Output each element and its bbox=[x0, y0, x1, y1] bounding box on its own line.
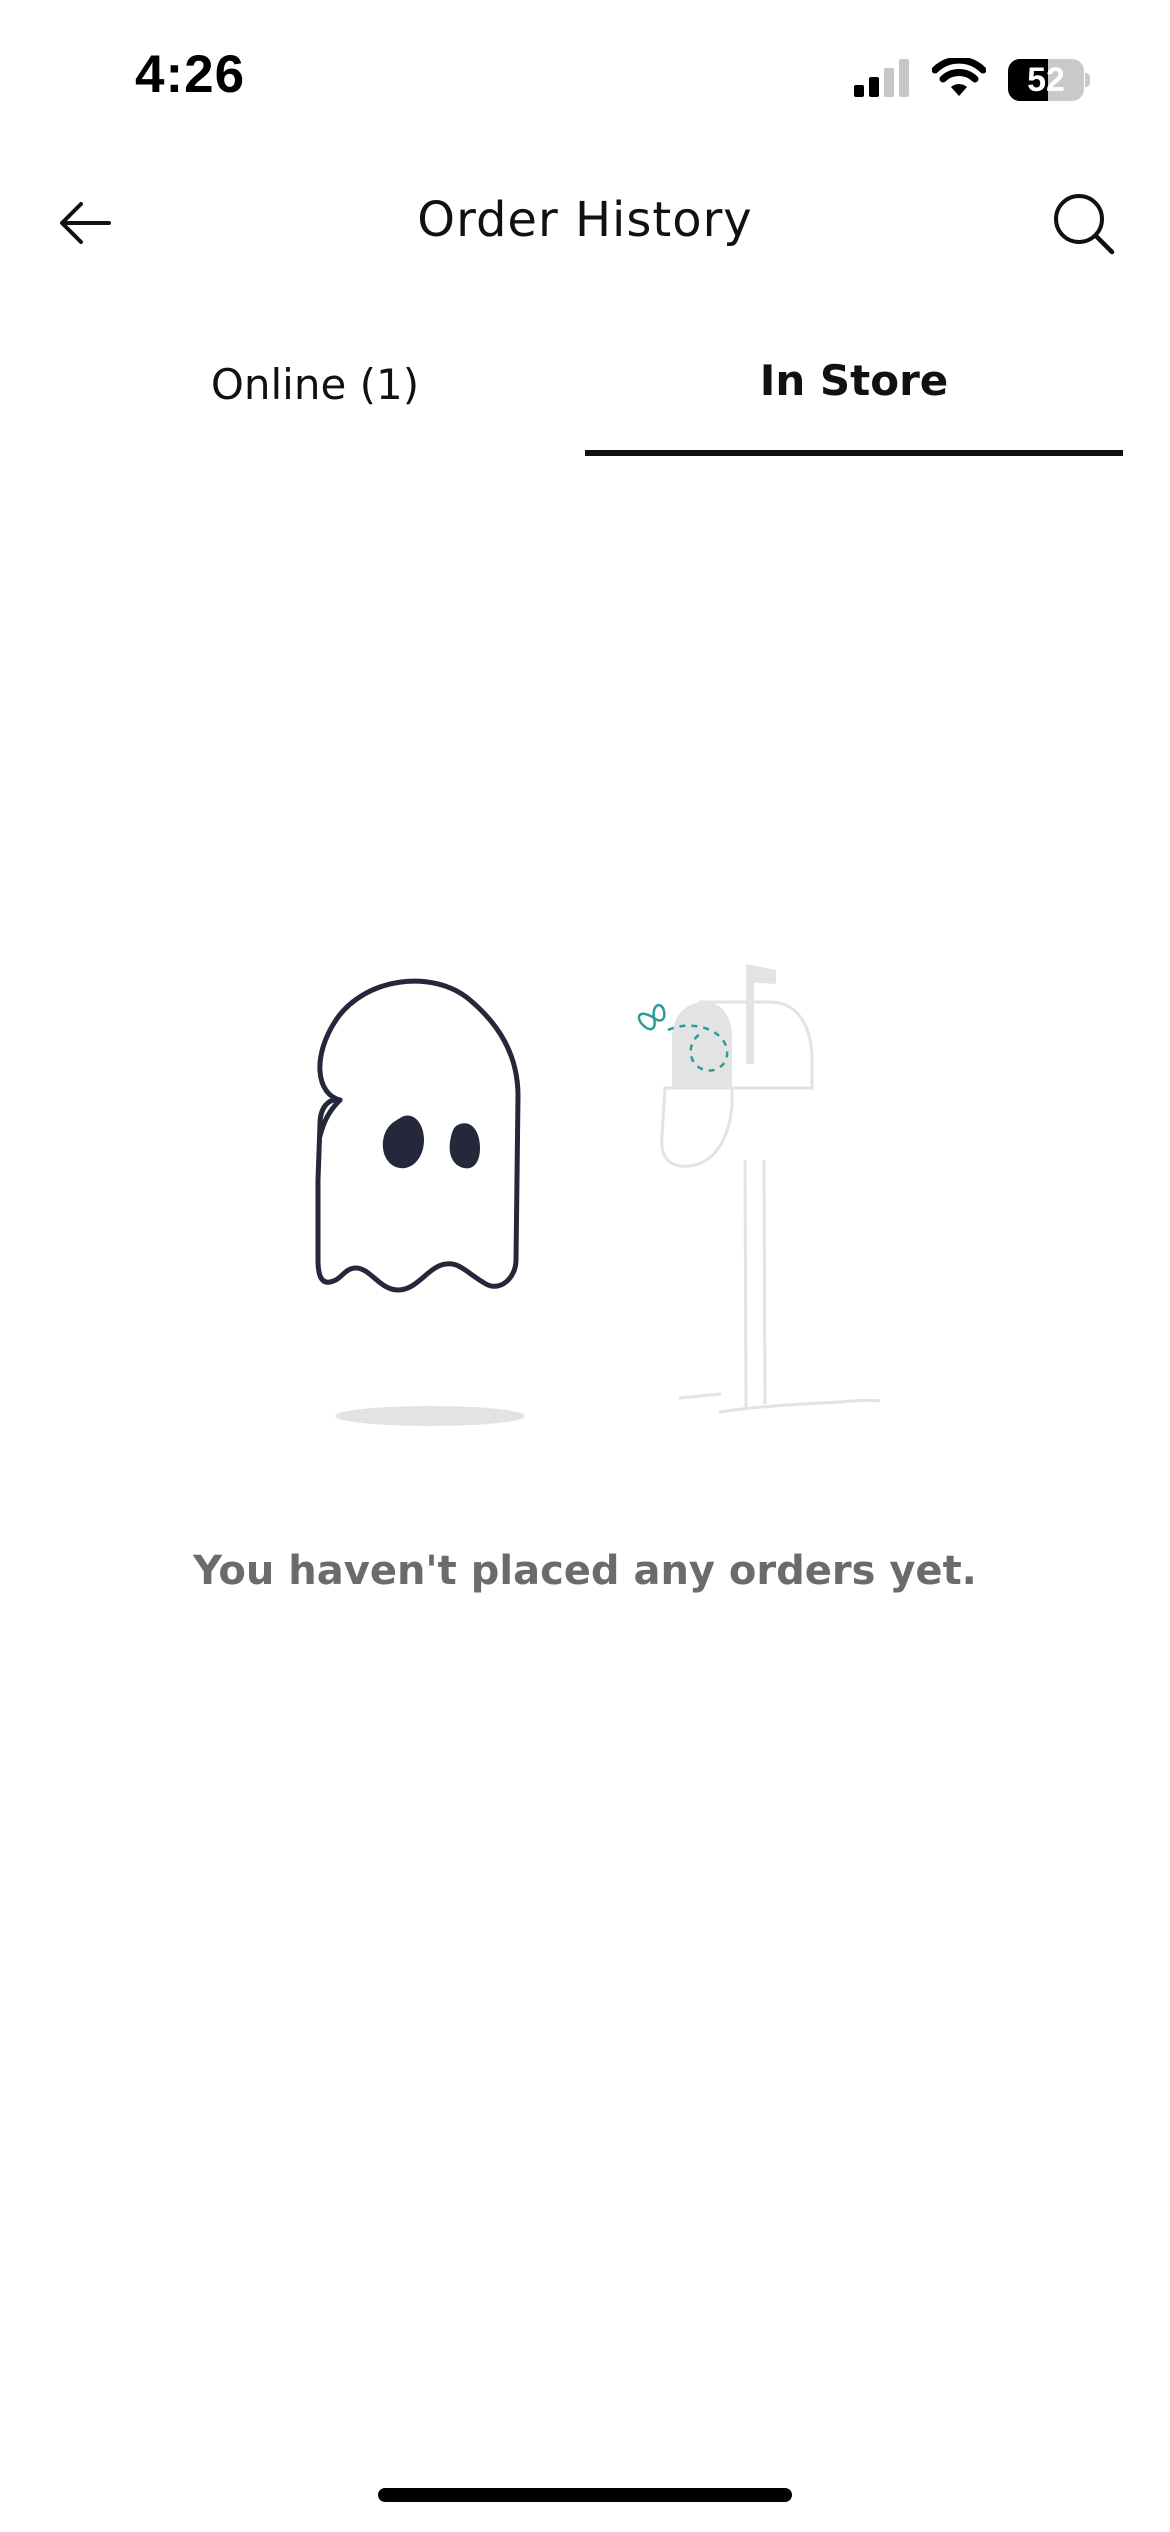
butterfly bbox=[637, 1003, 666, 1031]
order-tabs: Online (1) In Store bbox=[0, 330, 1170, 460]
ground-line bbox=[678, 1392, 882, 1414]
mailbox-opening bbox=[672, 1002, 732, 1088]
status-bar: 4:26 52 bbox=[0, 0, 1170, 150]
active-tab-indicator bbox=[585, 450, 1123, 456]
battery-cap bbox=[1085, 73, 1090, 87]
page-title: Order History bbox=[417, 192, 753, 248]
empty-orders-message: You haven't placed any orders yet. bbox=[193, 1548, 977, 1594]
battery-body: 52 bbox=[1008, 59, 1084, 101]
search-icon bbox=[1052, 192, 1116, 261]
mailbox-post bbox=[743, 1159, 748, 1409]
wifi-icon bbox=[931, 56, 987, 103]
tab-in-store[interactable]: In Store bbox=[585, 330, 1123, 460]
status-icons: 52 bbox=[854, 56, 1090, 104]
mailbox-door bbox=[660, 1086, 734, 1168]
status-time: 4:26 bbox=[135, 45, 246, 104]
battery-icon: 52 bbox=[1008, 59, 1090, 101]
battery-level: 52 bbox=[1027, 61, 1065, 99]
tab-in-store-label: In Store bbox=[759, 356, 949, 405]
search-button[interactable] bbox=[1048, 190, 1120, 262]
ghost-shadow bbox=[335, 1406, 525, 1426]
ghost-mailbox-illustration bbox=[300, 960, 882, 1440]
tab-online[interactable]: Online (1) bbox=[45, 330, 585, 460]
header: Order History bbox=[0, 170, 1170, 280]
mailbox-flag bbox=[746, 964, 776, 984]
ghost-eye-right bbox=[449, 1123, 480, 1169]
tab-online-label: Online (1) bbox=[210, 360, 420, 409]
cellular-signal-icon bbox=[854, 58, 910, 102]
home-indicator[interactable] bbox=[378, 2488, 792, 2502]
